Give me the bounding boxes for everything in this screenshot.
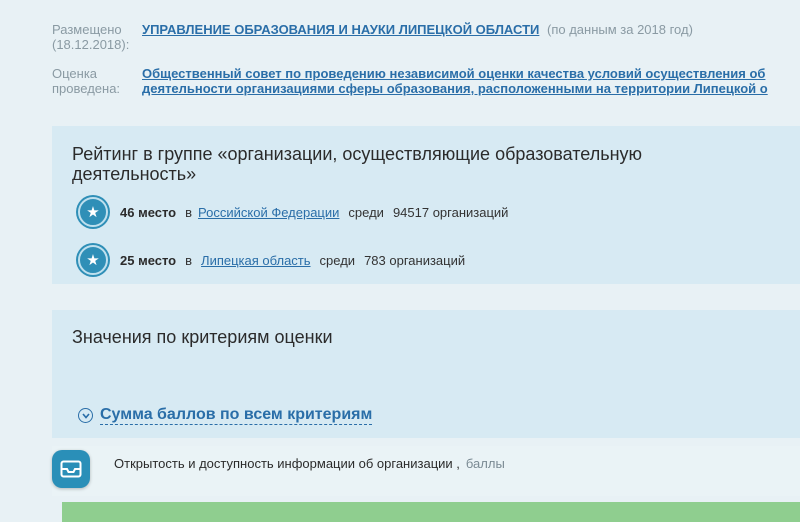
criteria-item: Открытость и доступность информации об о… (52, 446, 800, 496)
council-link-line2[interactable]: деятельности организациями сферы образов… (142, 81, 800, 96)
sum-toggle[interactable]: Сумма баллов по всем критериям (78, 406, 373, 425)
criteria-title: Значения по критериям оценки (72, 327, 333, 347)
criteria-panel: Значения по критериям оценки Сумма балло… (52, 310, 800, 438)
score-bar (62, 502, 800, 522)
rank-place: 25 место (120, 252, 177, 268)
rank-in-word: в (185, 204, 193, 220)
rank-place: 46 место (120, 204, 177, 220)
rating-title: Рейтинг в группе «организации, осуществл… (72, 144, 643, 184)
rank-among-word: среди (319, 252, 356, 268)
region-link-lipetsk[interactable]: Липецкая область (201, 253, 311, 268)
posted-label: Размещено (18.12.2018): (52, 22, 130, 52)
chevron-down-icon (78, 408, 93, 423)
region-link-russia[interactable]: Российской Федерации (198, 205, 339, 220)
sum-toggle-label[interactable]: Сумма баллов по всем критериям (100, 406, 373, 425)
star-icon: ★ (78, 245, 108, 275)
rank-count: 94517 организаций (392, 204, 509, 220)
rank-among-word: среди (348, 204, 384, 220)
star-icon: ★ (78, 197, 108, 227)
council-link-line1[interactable]: Общественный совет по проведению независ… (142, 66, 800, 81)
rank-row-lipetsk: ★ 25 место в Липецкая область среди 783 … (78, 244, 465, 276)
criteria-item-label: Открытость и доступность информации об о… (114, 456, 460, 471)
rating-panel: Рейтинг в группе «организации, осуществл… (52, 126, 800, 284)
assessed-row: Оценка проведена: Общественный совет по … (52, 66, 800, 98)
criteria-item-unit: баллы (465, 456, 505, 471)
rank-in-word: в (185, 252, 193, 268)
data-year-note: (по данным за 2018 год) (546, 22, 693, 37)
rank-row-russia: ★ 46 место в Российской Федерации среди … (78, 196, 508, 228)
organization-link[interactable]: УПРАВЛЕНИЕ ОБРАЗОВАНИЯ И НАУКИ ЛИПЕЦКОЙ … (142, 22, 539, 37)
posted-row: Размещено (18.12.2018): УПРАВЛЕНИЕ ОБРАЗ… (52, 22, 800, 54)
rank-count: 783 организаций (364, 252, 466, 268)
assessed-label: Оценка проведена: (52, 66, 121, 96)
inbox-tray-icon (52, 450, 90, 488)
